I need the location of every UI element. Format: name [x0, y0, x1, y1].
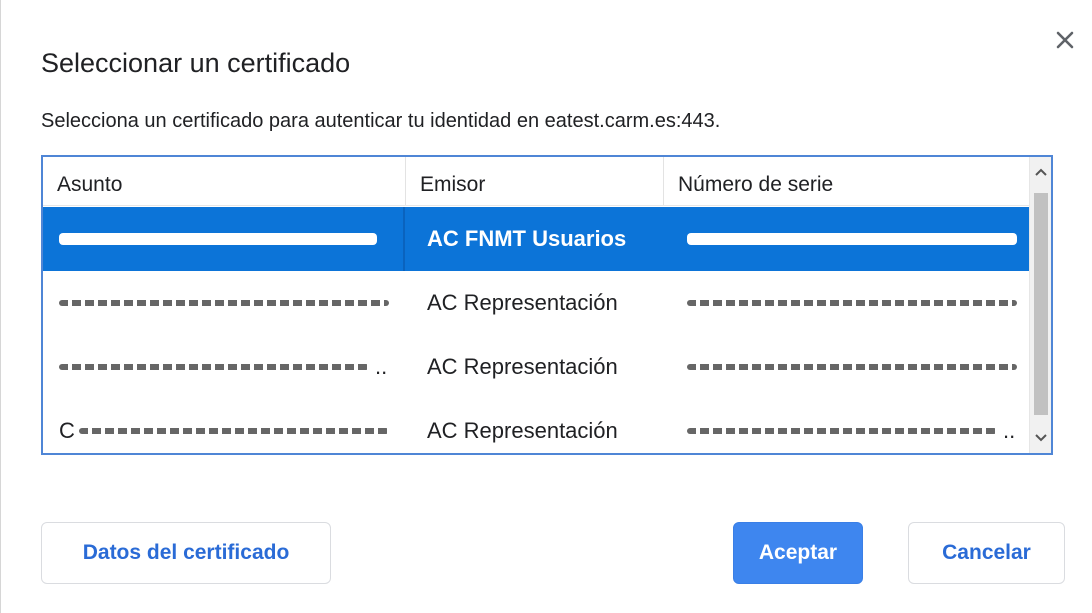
dialog-title: Seleccionar un certificado: [41, 48, 351, 78]
redacted-subject: [78, 428, 389, 434]
table-row[interactable]: C AC Representación ..: [43, 399, 1029, 453]
certificate-dialog: Seleccionar un certificado Selecciona un…: [0, 0, 1092, 613]
row-issuer: AC FNMT Usuarios: [427, 226, 627, 251]
row-issuer: AC Representación: [427, 418, 618, 443]
truncation-ellipsis: ..: [375, 354, 388, 379]
row-subject: ..: [43, 335, 405, 399]
row-serial: ..: [663, 399, 1029, 453]
row-serial: [663, 207, 1029, 271]
row-subject-initial: C: [59, 418, 75, 443]
table-row[interactable]: .. AC Representación: [43, 335, 1029, 399]
redacted-subject: [59, 300, 389, 306]
truncation-ellipsis: ..: [1003, 418, 1016, 443]
table-scrollbar[interactable]: [1029, 157, 1051, 453]
row-serial: [663, 271, 1029, 335]
column-header-serial[interactable]: Número de serie: [663, 157, 1029, 205]
cancel-button[interactable]: Cancelar: [908, 522, 1065, 584]
dialog-description: Selecciona un certificado para autentica…: [41, 110, 721, 132]
redacted-subject: [59, 233, 377, 245]
table-header: Asunto Emisor Número de serie: [43, 157, 1029, 206]
redacted-subject: [59, 364, 369, 370]
redacted-serial: [687, 428, 997, 434]
redacted-serial: [687, 233, 1017, 245]
chevron-down-icon[interactable]: [1030, 425, 1051, 451]
row-serial: [663, 335, 1029, 399]
chevron-up-icon[interactable]: [1030, 159, 1051, 185]
row-issuer: AC Representación: [427, 354, 618, 379]
certificate-table: Asunto Emisor Número de serie AC FNMT Us…: [41, 155, 1053, 455]
certificate-details-button[interactable]: Datos del certificado: [41, 522, 331, 584]
accept-button[interactable]: Aceptar: [733, 522, 863, 584]
row-subject: [43, 207, 405, 271]
row-subject: C: [43, 399, 405, 453]
row-issuer: AC Representación: [427, 290, 618, 315]
redacted-serial: [687, 364, 1017, 370]
scrollbar-thumb[interactable]: [1034, 193, 1048, 415]
table-row[interactable]: AC Representación: [43, 271, 1029, 335]
redacted-serial: [687, 300, 1017, 306]
close-icon[interactable]: [1051, 26, 1079, 54]
column-header-issuer[interactable]: Emisor: [405, 157, 663, 205]
column-header-subject[interactable]: Asunto: [43, 157, 405, 205]
row-subject: [43, 271, 405, 335]
table-row[interactable]: AC FNMT Usuarios: [43, 207, 1029, 271]
